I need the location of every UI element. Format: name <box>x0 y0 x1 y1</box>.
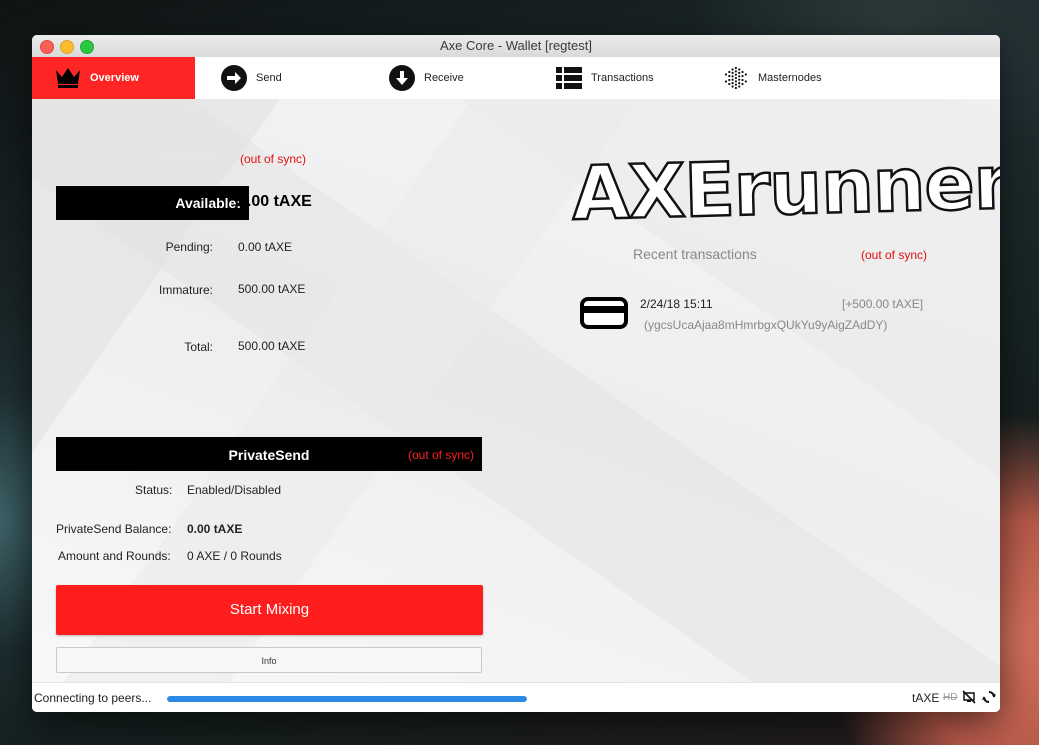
list-icon <box>555 64 583 92</box>
minimize-button[interactable] <box>60 40 74 54</box>
close-button[interactable] <box>40 40 54 54</box>
privatesend-sync-status: (out of sync) <box>407 448 474 462</box>
sync-progress-fill <box>167 696 527 702</box>
transaction-date[interactable]: 2/24/18 15:11 <box>640 297 713 311</box>
tab-masternodes-label: Masternodes <box>758 72 822 84</box>
arrow-down-icon <box>388 64 416 92</box>
tab-overview-label: Overview <box>90 72 139 84</box>
tab-receive-label: Receive <box>424 72 464 84</box>
main-toolbar: Overview Send Receive Transactions Maste… <box>32 57 1000 99</box>
balances-title: Balances: <box>162 150 220 165</box>
axerunners-logo: AXErunners <box>570 137 1000 238</box>
tab-transactions[interactable]: Transactions <box>555 57 654 99</box>
info-button[interactable]: Info <box>56 647 482 673</box>
unit-selector[interactable]: tAXE <box>912 691 939 705</box>
total-label: Total: <box>184 340 213 354</box>
dotted-sphere-icon <box>722 64 750 92</box>
hd-disabled-icon: HD <box>943 692 958 703</box>
tab-masternodes[interactable]: Masternodes <box>722 57 822 99</box>
privatesend-header: PrivateSend (out of sync) <box>56 437 482 471</box>
transaction-address[interactable]: (ygcsUcaAjaa8mHmrbgxQUkYu9yAigZAdDY) <box>644 318 887 332</box>
arrow-right-icon <box>220 64 248 92</box>
maximize-button[interactable] <box>80 40 94 54</box>
tab-transactions-label: Transactions <box>591 72 654 84</box>
title-bar[interactable]: Axe Core - Wallet [regtest] <box>32 35 1000 58</box>
window-title: Axe Core - Wallet [regtest] <box>440 38 592 53</box>
sync-status-text: Connecting to peers... <box>34 691 152 705</box>
privatesend-balance-label: PrivateSend Balance: <box>56 522 172 536</box>
syncing-icon <box>982 690 996 704</box>
immature-value: 500.00 tAXE <box>238 282 306 296</box>
amount-rounds-value: 0 AXE / 0 Rounds <box>187 549 282 563</box>
tab-send[interactable]: Send <box>220 57 282 99</box>
pending-value: 0.00 tAXE <box>238 240 293 254</box>
immature-label: Immature: <box>158 283 213 297</box>
privatesend-balance-value: 0.00 tAXE <box>187 522 243 536</box>
start-mixing-button[interactable]: Start Mixing <box>56 585 483 635</box>
sync-progress-bar <box>167 696 527 702</box>
tab-overview[interactable]: Overview <box>32 57 195 99</box>
transaction-received-icon <box>580 297 628 329</box>
amount-rounds-label: Amount and Rounds: <box>58 549 171 563</box>
pending-label: Pending: <box>165 240 213 254</box>
privatesend-status-value: Enabled/Disabled <box>187 483 282 497</box>
privatesend-status-label: Status: <box>135 483 173 497</box>
crown-icon <box>54 64 82 92</box>
balances-sync-status: (out of sync) <box>240 152 307 166</box>
available-label-box: Available: <box>56 186 249 220</box>
recent-sync-status: (out of sync) <box>861 248 928 262</box>
recent-transactions-title: Recent transactions <box>633 246 757 262</box>
tab-send-label: Send <box>256 72 282 84</box>
tab-receive[interactable]: Receive <box>388 57 464 99</box>
total-value: 500.00 tAXE <box>238 339 306 353</box>
available-value: 0.00 tAXE <box>238 193 312 210</box>
available-label: Available: <box>175 195 241 211</box>
status-bar: Connecting to peers... tAXE HD <box>32 682 1000 712</box>
network-disabled-icon[interactable] <box>962 690 976 704</box>
wallet-window: Axe Core - Wallet [regtest] Overview Sen… <box>32 35 1000 712</box>
overview-page: Balances: (out of sync) Available: 0.00 … <box>32 99 1000 682</box>
transaction-amount[interactable]: [+500.00 tAXE] <box>842 297 923 311</box>
